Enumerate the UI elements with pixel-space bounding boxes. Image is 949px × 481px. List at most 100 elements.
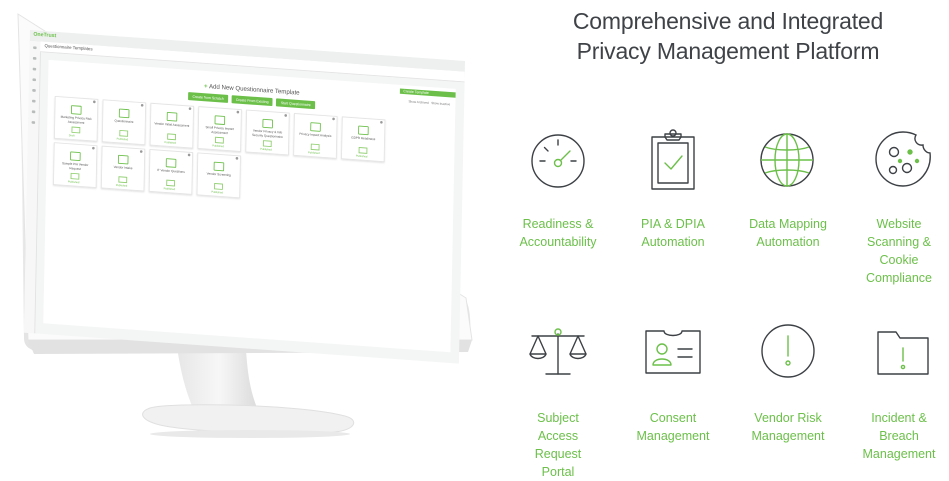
feature-label-line: Cookie [879, 253, 919, 267]
card-title: Sample PIA Vendor Request [61, 161, 89, 171]
start-questionnaire-button: Start Questionnaire [276, 98, 316, 110]
headline-line-1: Comprehensive and Integrated [572, 8, 884, 34]
sidebar-icon [32, 88, 36, 92]
feature-label-line: Data Mapping [749, 217, 827, 231]
feature-label-line: Portal [541, 465, 575, 479]
card-preview-icon [214, 183, 223, 190]
cookie-icon [875, 131, 931, 187]
card-title: Privacy Impact Analysis [299, 132, 332, 138]
feature-label-line: Breach [879, 429, 919, 443]
feature-label-line: Automation [756, 235, 820, 249]
feature-label-line: Website [876, 217, 922, 231]
create-template-strip: Create Template [399, 88, 456, 98]
card-close-icon [380, 120, 383, 124]
globe-icon [760, 133, 814, 187]
card-status: Draft [68, 133, 75, 138]
alert-circle-icon [761, 324, 815, 378]
feature-label-line: Automation [641, 235, 705, 249]
card-template-icon [166, 111, 178, 122]
template-card: Privacy Impact Analysis Published [293, 112, 338, 159]
app-logo: OneTrust [33, 32, 57, 40]
template-card: GDPR Readiness Published [341, 116, 386, 163]
feature-label-line: Management [751, 429, 825, 443]
template-card: Vendor Screening Published [196, 152, 241, 199]
card-close-icon [92, 146, 95, 150]
feature-label-vendor-risk: Vendor Risk Management [733, 409, 843, 445]
feature-label-line: PIA & DPIA [641, 217, 705, 231]
card-status: Published [308, 150, 320, 155]
feature-label-line: Vendor Risk [754, 411, 822, 425]
card-close-icon [139, 150, 143, 153]
template-card: Vendor Intake Published [100, 145, 146, 192]
headline: Comprehensive and Integrated Privacy Man… [515, 6, 941, 66]
template-card: Sample PIA Vendor Request Published [53, 142, 98, 189]
card-preview-icon [167, 133, 177, 141]
template-card: Small Privacy Impact Assessment Published [197, 106, 242, 152]
card-preview-icon [119, 129, 129, 137]
template-card: Questionnaire Published [101, 99, 147, 146]
card-title: Vendor Screening [206, 171, 231, 178]
feature-label-line: Management [636, 429, 710, 443]
feature-label-website-scanning: Website Scanning & Cookie Compliance [849, 215, 949, 287]
card-template-icon [165, 158, 177, 168]
card-template-icon [214, 115, 226, 126]
template-card: IT Vendor Questions Published [148, 149, 194, 195]
card-status: Published [211, 189, 223, 195]
card-close-icon [332, 117, 335, 121]
template-card: Vendor Privacy & Info Security Questionn… [245, 109, 290, 156]
card-title: Questionnaire [114, 118, 134, 124]
card-title: Vendor Privacy & Info Security Questionn… [252, 128, 283, 139]
card-template-icon [118, 108, 130, 119]
feature-label-data-mapping: Data Mapping Automation [733, 215, 843, 251]
card-title: Marketing Privacy Risk Assessment [60, 115, 92, 125]
card-preview-icon [262, 140, 272, 148]
card-preview-icon [70, 172, 80, 180]
feature-label-line: Scanning & [867, 235, 931, 249]
card-close-icon [188, 107, 192, 111]
card-preview-icon [166, 179, 176, 187]
card-preview-icon [71, 126, 81, 134]
feature-label-subject-access: Subject Access Request Portal [503, 409, 613, 481]
feature-label-consent: Consent Management [618, 409, 728, 445]
feature-label-incident-breach: Incident & Breach Management [849, 409, 949, 463]
create-existing-button: Create From Existing [231, 95, 273, 107]
strip-label: Create Template [403, 88, 429, 95]
feature-label-line: Request [534, 447, 582, 461]
app-page-title: Questionnaire Templates [44, 43, 93, 53]
sidebar-icon [31, 110, 36, 114]
card-title: GDPR Readiness [351, 135, 376, 142]
card-template-icon [358, 125, 369, 136]
sidebar-icon [32, 56, 37, 60]
card-status: Published [164, 140, 177, 145]
sidebar-icon [32, 67, 37, 71]
card-close-icon [284, 114, 288, 117]
card-title: Vendor Initial Assessment [154, 121, 190, 128]
sidebar-icon [32, 99, 36, 103]
card-template-icon [262, 118, 274, 129]
card-close-icon [236, 110, 240, 114]
monitor-illustration: OneTrust Questionnaire Templates Create … [0, 0, 500, 477]
sidebar-icon [33, 46, 37, 50]
card-preview-icon [118, 176, 128, 184]
template-card: Marketing Privacy Risk Assessment Draft [53, 95, 99, 142]
card-preview-icon [358, 147, 368, 154]
card-status: Published [212, 143, 224, 149]
card-close-icon [187, 153, 191, 157]
feature-label-line: Consent [649, 411, 697, 425]
card-template-icon [117, 154, 129, 165]
feature-label-readiness: Readiness & Accountability [503, 215, 613, 251]
card-status: Published [67, 179, 80, 185]
card-title: Vendor Intake [113, 165, 133, 171]
feature-label-line: Management [862, 447, 936, 461]
card-preview-icon [215, 136, 224, 144]
feature-label-line: Readiness & [522, 217, 594, 231]
card-status: Published [115, 183, 128, 188]
card-template-icon [310, 122, 321, 132]
sidebar-icon [31, 121, 36, 124]
headline-line-2: Privacy Management Platform [576, 38, 880, 64]
card-title: Small Privacy Impact Assessment [205, 125, 234, 135]
template-card: Vendor Initial Assessment Published [149, 102, 195, 149]
card-status: Published [355, 153, 368, 159]
sidebar-icon [32, 78, 36, 82]
card-close-icon [235, 156, 239, 160]
